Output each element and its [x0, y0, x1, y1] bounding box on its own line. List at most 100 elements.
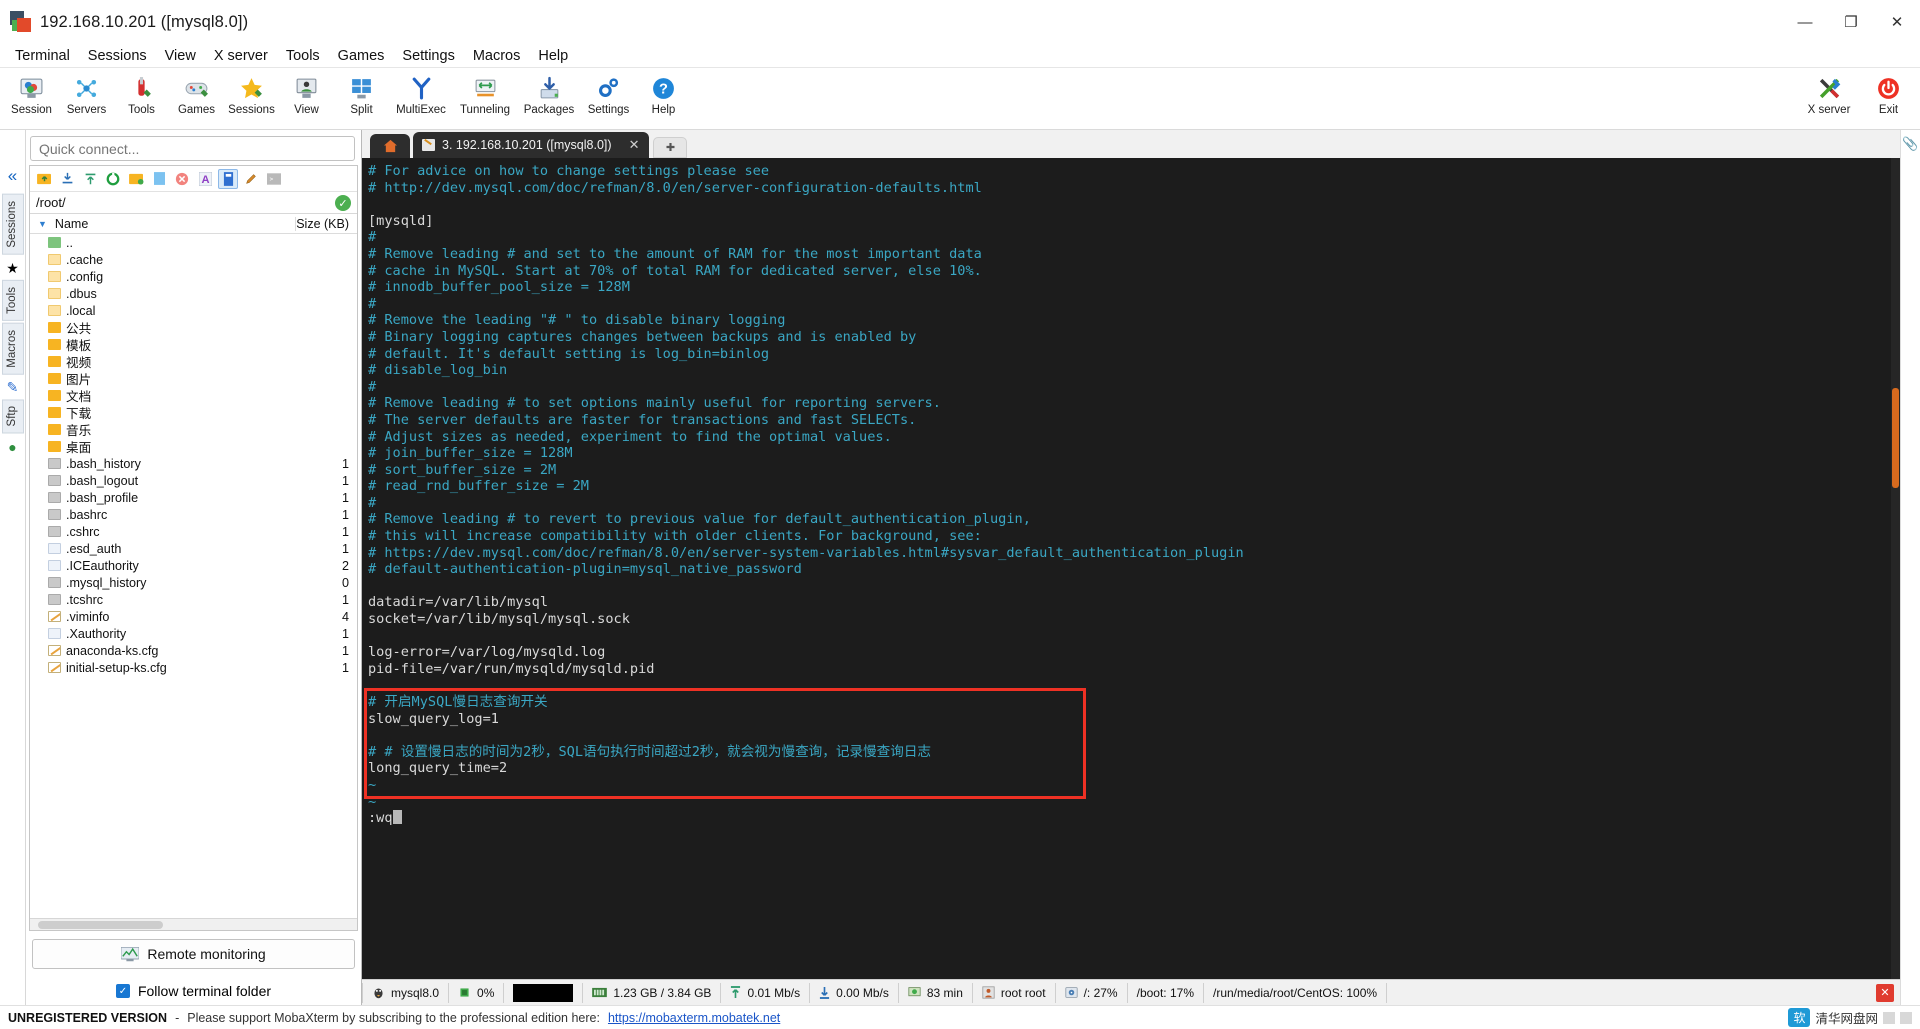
- toolbar-view[interactable]: View: [279, 71, 334, 116]
- status-item[interactable]: 0.01 Mb/s: [721, 982, 811, 1003]
- favorites-star-icon[interactable]: ★: [6, 260, 19, 277]
- file-row[interactable]: ..: [30, 234, 357, 251]
- toolbar-exit[interactable]: Exit: [1861, 71, 1916, 116]
- file-row[interactable]: .esd_auth 1: [30, 540, 357, 557]
- terminal-icon[interactable]: >: [264, 169, 284, 189]
- status-item[interactable]: 0.00 Mb/s: [810, 982, 899, 1003]
- status-item[interactable]: 0%: [449, 982, 505, 1003]
- file-row[interactable]: 公共: [30, 319, 357, 336]
- toolbar-games[interactable]: Games: [169, 71, 224, 116]
- mobaxterm-link[interactable]: https://mobaxterm.mobatek.net: [608, 1011, 780, 1025]
- file-row[interactable]: .config: [30, 268, 357, 285]
- menu-x-server[interactable]: X server: [205, 46, 277, 66]
- status-item[interactable]: mysql8.0: [362, 982, 450, 1003]
- file-row[interactable]: .cache: [30, 251, 357, 268]
- file-row[interactable]: initial-setup-ks.cfg 1: [30, 659, 357, 676]
- file-row[interactable]: .mysql_history 0: [30, 574, 357, 591]
- rail-tab-tools[interactable]: Tools: [1, 279, 24, 321]
- status-item[interactable]: [504, 982, 584, 1003]
- restore-button[interactable]: ❐: [1828, 0, 1874, 44]
- terminal-output[interactable]: # For advice on how to change settings p…: [362, 158, 1900, 979]
- file-row[interactable]: .bash_history 1: [30, 455, 357, 472]
- file-row[interactable]: .dbus: [30, 285, 357, 302]
- upload-icon[interactable]: [80, 169, 100, 189]
- sftp-clock-icon[interactable]: ●: [8, 439, 16, 455]
- menu-view[interactable]: View: [156, 46, 205, 66]
- follow-terminal-folder-checkbox[interactable]: ✓: [115, 984, 130, 998]
- toolbar-settings[interactable]: Settings: [581, 71, 636, 116]
- menu-settings[interactable]: Settings: [393, 46, 463, 66]
- file-row[interactable]: 视频: [30, 353, 357, 370]
- edit-icon[interactable]: [241, 169, 261, 189]
- file-row[interactable]: .ICEauthority 2: [30, 557, 357, 574]
- rail-tab-sftp[interactable]: Sftp: [1, 399, 24, 434]
- status-item[interactable]: 1.23 GB / 3.84 GB: [583, 982, 722, 1003]
- toolbar-multiexec[interactable]: MultiExec: [389, 71, 453, 116]
- status-close-button[interactable]: ✕: [1876, 983, 1894, 1002]
- new-file-icon[interactable]: [149, 169, 169, 189]
- macro-pencil-icon[interactable]: ✎: [7, 379, 19, 396]
- file-row[interactable]: anaconda-ks.cfg 1: [30, 642, 357, 659]
- hscroll-thumb[interactable]: [38, 921, 163, 929]
- file-row[interactable]: .bashrc 1: [30, 506, 357, 523]
- terminal-scrollbar[interactable]: [1891, 158, 1900, 979]
- file-row[interactable]: 图片: [30, 370, 357, 387]
- file-row[interactable]: .Xauthority 1: [30, 625, 357, 642]
- toolbar-sessions[interactable]: Sessions: [224, 71, 279, 116]
- toolbar-packages[interactable]: Packages: [517, 71, 581, 116]
- delete-icon[interactable]: [172, 169, 192, 189]
- binary-mode-icon[interactable]: [218, 168, 238, 189]
- quick-connect-input[interactable]: [30, 136, 355, 161]
- menu-sessions[interactable]: Sessions: [79, 46, 156, 66]
- toolbar-session[interactable]: Session: [4, 71, 59, 116]
- file-list[interactable]: .. .cache .config .dbus .local 公共 模板 视频 图片 文档 下载 音乐…: [30, 234, 357, 918]
- status-item[interactable]: root root: [973, 982, 1056, 1003]
- collapse-sidebar-icon[interactable]: «: [8, 166, 17, 186]
- rail-tab-macros[interactable]: Macros: [1, 322, 24, 375]
- close-button[interactable]: ✕: [1874, 0, 1920, 44]
- status-item[interactable]: /boot: 17%: [1128, 982, 1204, 1003]
- remote-path-bar[interactable]: /root/ ✓: [30, 192, 357, 214]
- new-folder-icon[interactable]: [126, 169, 146, 189]
- file-list-hscrollbar[interactable]: [30, 918, 357, 930]
- menu-terminal[interactable]: Terminal: [6, 46, 79, 66]
- home-tab[interactable]: [370, 134, 410, 158]
- terminal-tab-active[interactable]: 3. 192.168.10.201 ([mysql8.0]) ✕: [413, 132, 650, 158]
- refresh-icon[interactable]: [103, 169, 123, 189]
- file-row[interactable]: .cshrc 1: [30, 523, 357, 540]
- toolbar-split[interactable]: Split: [334, 71, 389, 116]
- file-row[interactable]: 桌面: [30, 438, 357, 455]
- file-row[interactable]: .bash_logout 1: [30, 472, 357, 489]
- menu-tools[interactable]: Tools: [277, 46, 329, 66]
- new-tab-button[interactable]: ✚: [653, 137, 688, 158]
- file-row[interactable]: .bash_profile 1: [30, 489, 357, 506]
- toolbar-tunneling[interactable]: Tunneling: [453, 71, 517, 116]
- column-header-size[interactable]: Size (KB): [295, 216, 357, 231]
- status-item[interactable]: /run/media/root/CentOS: 100%: [1204, 982, 1388, 1003]
- toolbar-help[interactable]: ? Help: [636, 71, 691, 116]
- remote-monitoring-button[interactable]: Remote monitoring: [32, 939, 355, 969]
- toolbar-tools[interactable]: Tools: [114, 71, 169, 116]
- status-item[interactable]: 83 min: [899, 982, 973, 1003]
- tab-close-icon[interactable]: ✕: [629, 137, 640, 153]
- menu-macros[interactable]: Macros: [464, 46, 530, 66]
- rail-tab-sessions[interactable]: Sessions: [1, 194, 24, 255]
- file-row[interactable]: .local: [30, 302, 357, 319]
- file-row[interactable]: 下载: [30, 404, 357, 421]
- file-row[interactable]: 模板: [30, 336, 357, 353]
- terminal-scroll-thumb[interactable]: [1892, 388, 1899, 488]
- follow-terminal-folder-row[interactable]: ✓ Follow terminal folder: [32, 983, 355, 999]
- download-icon[interactable]: [57, 169, 77, 189]
- status-item[interactable]: /: 27%: [1056, 982, 1128, 1003]
- file-row[interactable]: 音乐: [30, 421, 357, 438]
- minimize-button[interactable]: —: [1782, 0, 1828, 44]
- file-row[interactable]: .tcshrc 1: [30, 591, 357, 608]
- toolbar-servers[interactable]: Servers: [59, 71, 114, 116]
- menu-games[interactable]: Games: [329, 46, 394, 66]
- up-folder-icon[interactable]: [34, 169, 54, 189]
- column-header-name-wrap[interactable]: ▼ Name: [30, 217, 295, 231]
- file-row[interactable]: .viminfo 4: [30, 608, 357, 625]
- toolbar-x-server[interactable]: X server: [1797, 71, 1861, 116]
- paperclip-icon[interactable]: 📎: [1902, 136, 1918, 152]
- text-mode-icon[interactable]: A: [195, 169, 215, 189]
